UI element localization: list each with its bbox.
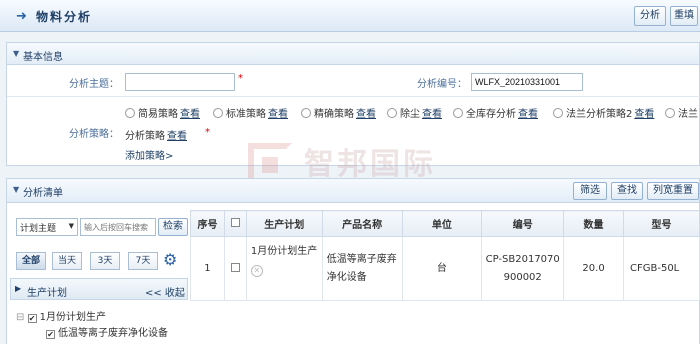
radio-icon[interactable] xyxy=(553,108,563,118)
checkbox-checked-icon[interactable]: ✔ xyxy=(27,314,37,323)
model-cell: CFGB-50L xyxy=(623,236,700,301)
strategy-view-link[interactable]: 查看 xyxy=(634,109,654,120)
strategy-view-link[interactable]: 查看 xyxy=(422,109,442,120)
strategy-option[interactable]: 法兰分析策略2 查看 xyxy=(553,105,654,120)
tree-item[interactable]: ⊟ ✔ 1月份计划生产 xyxy=(16,308,106,323)
arrow-right-icon: ➜ xyxy=(16,9,27,24)
reset-button[interactable]: 重填 xyxy=(670,6,698,26)
tab-3days[interactable]: 3天 xyxy=(90,252,120,270)
analysis-list-title: 分析清单 xyxy=(23,188,63,199)
basic-info-title: 基本信息 xyxy=(23,52,63,63)
dropdown-arrow-icon: ▼ xyxy=(68,222,74,230)
tab-7days[interactable]: 7天 xyxy=(128,252,158,270)
page-title: 物料分析 xyxy=(36,10,93,24)
strategy-option[interactable]: 全库存分析 查看 xyxy=(453,105,538,120)
plan-topic-select[interactable]: 计划主题 ▼ xyxy=(16,218,78,236)
gear-icon[interactable]: ⚙ xyxy=(163,250,177,269)
tree-item[interactable]: ✔ 低温等离子废弃净化设备 xyxy=(46,324,168,339)
strategy-option[interactable]: 除尘 查看 xyxy=(387,105,442,120)
strategy-view-link[interactable]: 查看 xyxy=(180,109,200,120)
left-filter-pane: 计划主题▼ 检索 全部 当天 3天 7天 ⚙ ▶ 生产计划 << 收起 ⊟ ✔1… xyxy=(10,210,188,344)
strategy-option[interactable]: 标准策略 查看 xyxy=(213,105,288,120)
strategy-option-cont: 分析策略 查看 xyxy=(125,131,187,142)
strategy-view-link[interactable]: 查看 xyxy=(356,109,376,120)
strategy-option[interactable]: 精确策略 查看 xyxy=(301,105,376,120)
code-cell: CP-SB2017070900002 xyxy=(481,236,565,301)
analyze-button[interactable]: 分析 xyxy=(634,6,666,26)
strategy-view-link[interactable]: 查看 xyxy=(167,131,187,142)
column-header[interactable]: 产品名称 xyxy=(321,210,403,237)
strategy-option[interactable]: 法兰 xyxy=(665,105,698,120)
tree-title: 生产计划 xyxy=(27,288,67,299)
tab-all[interactable]: 全部 xyxy=(16,252,46,270)
radio-icon[interactable] xyxy=(665,108,675,118)
tree-header: ▶ 生产计划 << 收起 xyxy=(10,278,188,300)
column-header[interactable]: 编号 xyxy=(481,210,565,237)
strategy-view-link[interactable]: 查看 xyxy=(518,109,538,120)
strategy-view-link[interactable]: 查看 xyxy=(268,109,288,120)
column-header[interactable]: 数量 xyxy=(563,210,624,237)
tab-today[interactable]: 当天 xyxy=(52,252,82,270)
topic-required-mark: * xyxy=(238,73,243,84)
plan-name: 1月份计划生产 xyxy=(250,246,318,257)
radio-icon[interactable] xyxy=(301,108,311,118)
code-label: 分析编号： xyxy=(417,79,467,90)
tree-line-icon: ⊟ xyxy=(16,312,25,323)
collapse-link[interactable]: << 收起 xyxy=(145,284,185,299)
expand-triangle-icon[interactable]: ▶ xyxy=(15,284,21,293)
radio-icon[interactable] xyxy=(213,108,223,118)
column-header[interactable]: 生产计划 xyxy=(245,210,323,237)
qty-cell: 20.0 xyxy=(563,236,624,301)
plan-cell: 1月份计划生产 ✕ xyxy=(245,236,323,301)
topic-row: 分析主题： * 分析编号： xyxy=(7,65,700,97)
radio-icon[interactable] xyxy=(453,108,463,118)
strategy-label: 分析策略： xyxy=(69,129,119,140)
plan-search-input[interactable] xyxy=(80,218,156,236)
strategy-option[interactable]: 简易策略 查看 xyxy=(125,105,200,120)
radio-icon[interactable] xyxy=(387,108,397,118)
checkbox-icon[interactable] xyxy=(230,262,240,272)
find-button[interactable]: 查找 xyxy=(611,182,643,200)
basic-info-header[interactable]: ▼ 基本信息 xyxy=(7,43,699,65)
analysis-list-header[interactable]: ▼ 分析清单 筛选 查找 列宽重置 xyxy=(7,179,699,203)
checkbox-icon[interactable] xyxy=(230,218,240,227)
strategy-row: 分析策略： 简易策略 查看 标准策略 查看 精确策略 查看 除尘 查看 全库存分析 查看 … xyxy=(7,97,700,167)
basic-info-panel: ▼ 基本信息 分析主题： * 分析编号： 分析策略： 简易策略查看 标准策略查看… xyxy=(6,42,700,166)
add-strategy-link[interactable]: 添加策略> xyxy=(125,147,173,162)
unit-cell: 台 xyxy=(401,236,483,301)
code-input[interactable] xyxy=(471,73,583,91)
checkbox-checked-icon[interactable]: ✔ xyxy=(46,330,55,339)
column-header[interactable]: 型号 xyxy=(623,210,700,237)
row-index: 1 xyxy=(190,236,225,301)
table-header-row: 序号 生产计划 产品名称 单位 编号 数量 型号 xyxy=(190,210,700,237)
collapse-triangle-icon: ▼ xyxy=(13,49,20,58)
analysis-table: 序号 生产计划 产品名称 单位 编号 数量 型号 1 1月份计划生产 ✕ 低温等… xyxy=(190,210,700,301)
product-name: 低温等离子废弃净化设备 xyxy=(321,236,403,301)
remove-icon[interactable]: ✕ xyxy=(250,265,263,277)
column-header-select[interactable] xyxy=(223,210,247,237)
column-header[interactable]: 单位 xyxy=(401,210,483,237)
collapse-triangle-icon: ▼ xyxy=(13,185,20,194)
radio-icon[interactable] xyxy=(125,108,135,118)
strategy-required-mark: * xyxy=(205,127,210,138)
reset-width-button[interactable]: 列宽重置 xyxy=(647,182,699,200)
search-button[interactable]: 检索 xyxy=(158,218,188,236)
topic-label: 分析主题： xyxy=(69,79,119,90)
table-row[interactable]: 1 1月份计划生产 ✕ 低温等离子废弃净化设备 台 CP-SB201707090… xyxy=(190,236,700,301)
topic-input[interactable] xyxy=(125,73,235,91)
filter-button[interactable]: 筛选 xyxy=(573,182,607,200)
column-header[interactable]: 序号 xyxy=(190,210,225,237)
row-select[interactable] xyxy=(223,236,247,301)
page-header: ➜ 物料分析 分析 重填 xyxy=(0,0,700,32)
